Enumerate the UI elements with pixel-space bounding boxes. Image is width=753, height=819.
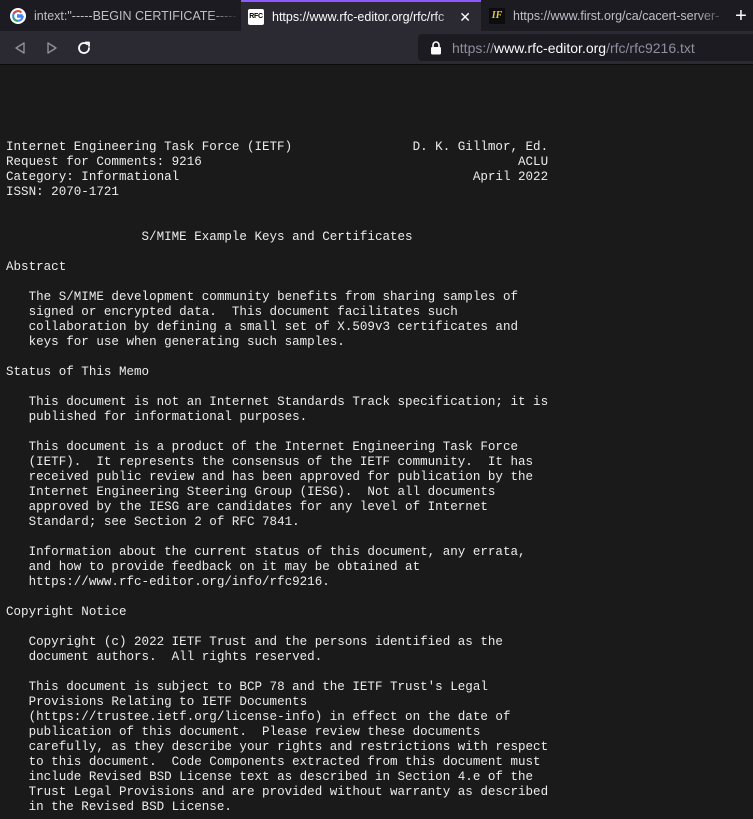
first-icon-text: IF (491, 10, 503, 21)
tab-title: intext:"-----BEGIN CERTIFICATE-----" e (34, 8, 239, 23)
copyright-line: publication of this document. Please rev… (28, 725, 481, 739)
document-title: S/MIME Example Keys and Certificates (141, 230, 413, 244)
status-line: (IETF). It represents the consensus of t… (28, 455, 534, 469)
copyright-line: to this document. Code Components extrac… (28, 755, 541, 769)
abstract-line: The S/MIME development community benefit… (28, 290, 519, 304)
status-line: and how to provide feedback on it may be… (28, 560, 421, 574)
lock-icon (430, 40, 442, 55)
copyright-line: Provisions Relating to IETF Documents (28, 695, 308, 709)
tab-rfc9216[interactable]: RFC https://www.rfc-editor.org/rfc/rfc ✕ (241, 0, 481, 31)
copyright-heading: Copyright Notice (6, 605, 127, 619)
status-line: approved by the IESG are candidates for … (28, 500, 488, 514)
copyright-line: in the Revised BSD License. (28, 800, 232, 814)
abstract-line: collaboration by defining a small set of… (28, 320, 519, 334)
doc-header-line: Category: Informational April 2022 (6, 170, 549, 184)
copyright-line: (https://trustee.ietf.org/license-info) … (28, 710, 511, 724)
plus-icon: + (735, 4, 747, 27)
reload-button[interactable] (74, 38, 94, 58)
copyright-line: This document is subject to BCP 78 and t… (28, 680, 488, 694)
copyright-line: include Revised BSD License text as desc… (28, 770, 534, 784)
page-content: Internet Engineering Task Force (IETF) D… (0, 65, 753, 819)
abstract-heading: Abstract (6, 260, 67, 274)
first-icon: IF (489, 7, 505, 24)
status-line: Internet Engineering Steering Group (IES… (28, 485, 496, 499)
rfc-icon: RFC (248, 8, 264, 25)
navigation-toolbar: https://www.rfc-editor.org/rfc/rfc9216.t… (0, 31, 753, 65)
status-line: This document is not an Internet Standar… (28, 395, 549, 409)
back-button[interactable] (10, 38, 30, 58)
tab-title: https://www.first.org/ca/cacert-server- (513, 8, 720, 23)
doc-header-line: Internet Engineering Task Force (IETF) D… (6, 140, 549, 154)
google-icon (10, 7, 26, 24)
status-line: Standard; see Section 2 of RFC 7841. (28, 515, 300, 529)
copyright-line: Copyright (c) 2022 IETF Trust and the pe… (28, 635, 503, 649)
reload-icon (78, 41, 90, 54)
doc-header-line: ISSN: 2070-1721 (6, 185, 119, 199)
status-line: Information about the current status of … (28, 545, 526, 559)
abstract-line: signed or encrypted data. This document … (28, 305, 458, 319)
status-line: published for informational purposes. (28, 410, 308, 424)
status-heading: Status of This Memo (6, 365, 150, 379)
copyright-line: document authors. All rights reserved. (28, 650, 323, 664)
url-path: /rfc/rfc9216.txt (606, 39, 695, 56)
forward-button[interactable] (42, 38, 62, 58)
status-line: received public review and has been appr… (28, 470, 534, 484)
new-tab-button[interactable]: + (729, 0, 753, 31)
tab-strip: intext:"-----BEGIN CERTIFICATE-----" e R… (0, 0, 753, 31)
address-bar[interactable]: https://www.rfc-editor.org/rfc/rfc9216.t… (418, 34, 753, 61)
status-line: This document is a product of the Intern… (28, 440, 519, 454)
forward-arrow-icon (47, 42, 57, 54)
tab-first-cacert[interactable]: IF https://www.first.org/ca/cacert-serve… (481, 0, 729, 31)
url-scheme: https:// (452, 39, 495, 56)
close-tab-icon[interactable]: ✕ (459, 10, 471, 24)
rfc-document: Internet Engineering Task Force (IETF) D… (6, 140, 548, 815)
copyright-line: carefully, as they describe your rights … (28, 740, 549, 754)
url-host: www.rfc-editor.org (494, 39, 607, 56)
copyright-line: Trust Legal Provisions and are provided … (28, 785, 549, 799)
doc-header-line: Request for Comments: 9216 ACLU (6, 155, 549, 169)
tab-google-search[interactable]: intext:"-----BEGIN CERTIFICATE-----" e (0, 0, 241, 31)
back-arrow-icon (15, 42, 25, 54)
abstract-line: keys for use when generating such sample… (28, 335, 345, 349)
rfc-icon-text: RFC (249, 13, 263, 20)
tab-title: https://www.rfc-editor.org/rfc/rfc (272, 9, 445, 24)
status-line-link: https://www.rfc-editor.org/info/rfc9216. (28, 575, 330, 589)
